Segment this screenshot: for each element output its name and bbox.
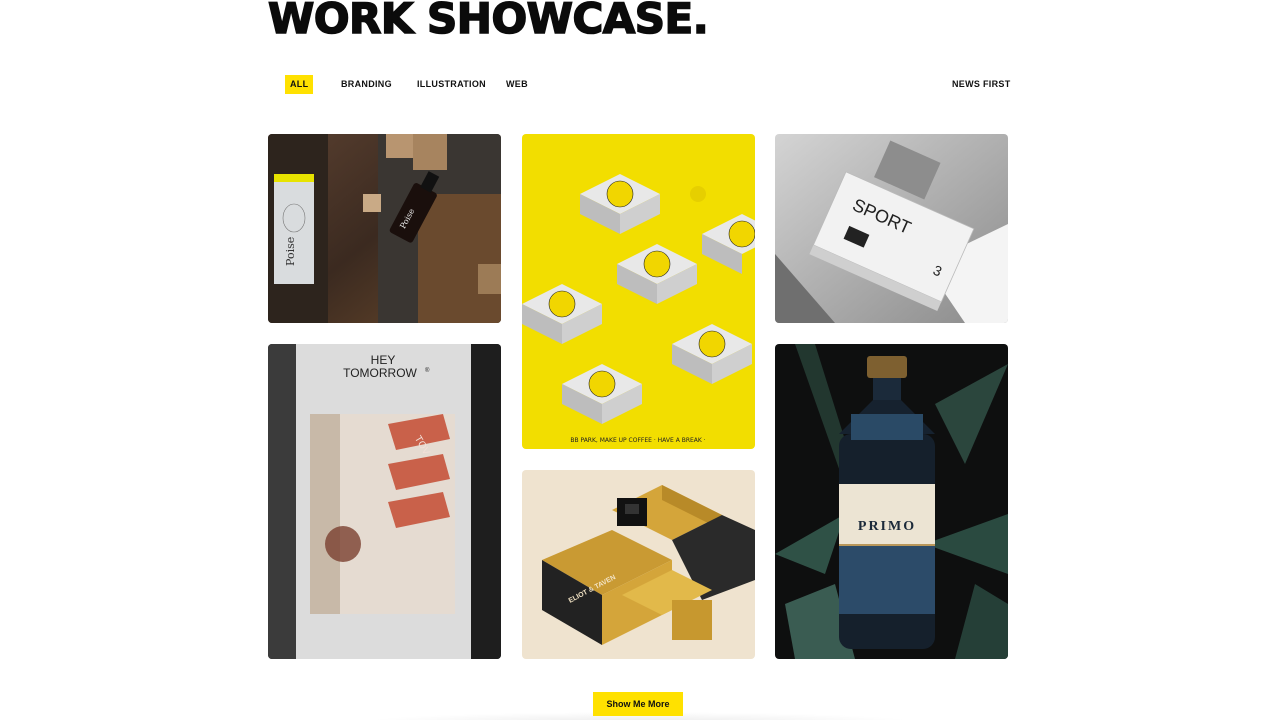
tomorrow-line2: TOMORROW (343, 366, 417, 380)
hey-tomorrow-image: HEY TOMORROW ® TOV (268, 344, 501, 659)
project-card-primo[interactable]: PRIMO (775, 344, 1008, 659)
tomorrow-mark: ® (425, 367, 430, 374)
primo-image: PRIMO (775, 344, 1008, 659)
poise-image: Poise Poise (268, 134, 501, 323)
coffee-ring-text: BB PARK, MAKE UP COFFEE · HAVE A BREAK · (570, 437, 705, 444)
coffee-image: BB PARK, MAKE UP COFFEE · HAVE A BREAK · (522, 134, 755, 449)
show-more-button[interactable]: Show Me More (593, 692, 683, 716)
filter-illustration[interactable]: ILLUSTRATION (417, 75, 486, 94)
sport-image: SPORT 3 (775, 134, 1008, 323)
project-card-coffee[interactable]: BB PARK, MAKE UP COFFEE · HAVE A BREAK · (522, 134, 755, 449)
poise-box-text: Poise (284, 237, 297, 266)
primo-label: PRIMO (858, 519, 916, 534)
filter-all[interactable]: ALL (285, 75, 314, 94)
project-card-poise[interactable]: Poise Poise (268, 134, 501, 323)
project-card-gold-box[interactable]: ELIOT & TAVEN (522, 470, 755, 659)
filter-branding[interactable]: BRANDING (341, 75, 392, 94)
filter-bar: ALL BRANDING ILLUSTRATION WEB (285, 75, 528, 94)
gold-box-image: ELIOT & TAVEN (522, 470, 755, 659)
filter-web[interactable]: WEB (506, 75, 528, 94)
project-card-sport[interactable]: SPORT 3 (775, 134, 1008, 323)
project-card-hey-tomorrow[interactable]: HEY TOMORROW ® TOV (268, 344, 501, 659)
page-title: WORK SHOWCASE. (267, 0, 709, 43)
tomorrow-line1: HEY (371, 353, 396, 367)
sort-news-first[interactable]: NEWS FIRST (952, 75, 1011, 94)
